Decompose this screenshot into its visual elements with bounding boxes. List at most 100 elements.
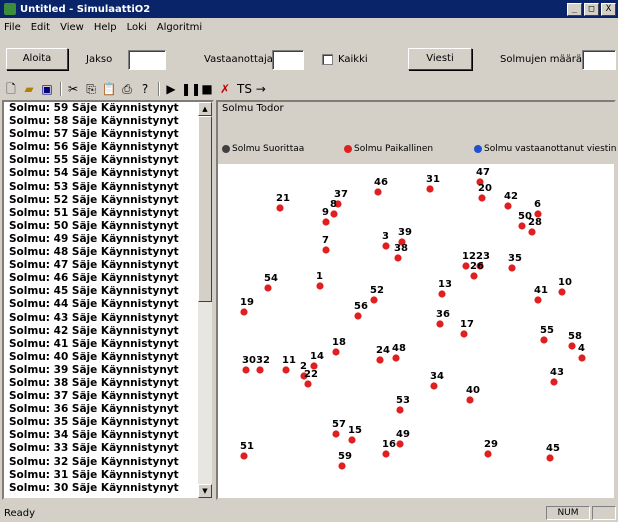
log-item[interactable]: Solmu: 35 Säje Käynnistynyt bbox=[4, 416, 200, 429]
node-dot[interactable] bbox=[374, 188, 382, 196]
node-dot[interactable] bbox=[348, 436, 356, 444]
scroll-up-icon[interactable]: ▲ bbox=[198, 102, 212, 116]
log-item[interactable]: Solmu: 39 Säje Käynnistynyt bbox=[4, 364, 200, 377]
node-dot[interactable] bbox=[332, 348, 340, 356]
node-dot[interactable] bbox=[240, 452, 248, 460]
log-item[interactable]: Solmu: 46 Säje Käynnistynyt bbox=[4, 272, 200, 285]
node-dot[interactable] bbox=[568, 342, 576, 350]
node-dot[interactable] bbox=[242, 366, 250, 374]
node-dot[interactable] bbox=[466, 396, 474, 404]
node-dot[interactable] bbox=[240, 308, 248, 316]
pause-icon[interactable]: ❚❚ bbox=[181, 81, 201, 97]
log-item[interactable]: Solmu: 31 Säje Käynnistynyt bbox=[4, 469, 200, 482]
node-dot[interactable] bbox=[558, 288, 566, 296]
paste-icon[interactable]: 📋 bbox=[101, 81, 117, 97]
node-dot[interactable] bbox=[550, 378, 558, 386]
node-dot[interactable] bbox=[436, 320, 444, 328]
node-dot[interactable] bbox=[534, 296, 542, 304]
node-dot[interactable] bbox=[578, 354, 586, 362]
log-item[interactable]: Solmu: 36 Säje Käynnistynyt bbox=[4, 403, 200, 416]
node-dot[interactable] bbox=[310, 362, 318, 370]
simulation-canvas[interactable]: 47 46 31 20 42 6 21 37 8 9 50 28 39 3 38 7 12 23 26 35 10 54 1… bbox=[218, 164, 614, 498]
log-item[interactable]: Solmu: 48 Säje Käynnistynyt bbox=[4, 246, 200, 259]
log-item[interactable]: Solmu: 32 Säje Käynnistynyt bbox=[4, 456, 200, 469]
log-item[interactable]: Solmu: 49 Säje Käynnistynyt bbox=[4, 233, 200, 246]
menu-file[interactable]: File bbox=[4, 22, 21, 33]
node-dot[interactable] bbox=[276, 204, 284, 212]
log-item[interactable]: Solmu: 54 Säje Käynnistynyt bbox=[4, 167, 200, 180]
log-item[interactable]: Solmu: 55 Säje Käynnistynyt bbox=[4, 154, 200, 167]
node-dot[interactable] bbox=[478, 194, 486, 202]
log-item[interactable]: Solmu: 45 Säje Käynnistynyt bbox=[4, 285, 200, 298]
log-item[interactable]: Solmu: 56 Säje Käynnistynyt bbox=[4, 141, 200, 154]
node-dot[interactable] bbox=[462, 262, 470, 270]
node-dot[interactable] bbox=[264, 284, 272, 292]
node-dot[interactable] bbox=[508, 264, 516, 272]
node-dot[interactable] bbox=[316, 282, 324, 290]
node-dot[interactable] bbox=[338, 462, 346, 470]
menu-algoritmi[interactable]: Algoritmi bbox=[157, 22, 202, 33]
node-dot[interactable] bbox=[394, 254, 402, 262]
node-dot[interactable] bbox=[332, 430, 340, 438]
log-item[interactable]: Solmu: 47 Säje Käynnistynyt bbox=[4, 259, 200, 272]
node-dot[interactable] bbox=[370, 296, 378, 304]
node-dot[interactable] bbox=[330, 210, 338, 218]
help-icon[interactable]: ? bbox=[137, 81, 153, 97]
node-dot[interactable] bbox=[484, 450, 492, 458]
node-dot[interactable] bbox=[256, 366, 264, 374]
node-dot[interactable] bbox=[540, 336, 548, 344]
maximize-button[interactable]: □ bbox=[584, 2, 599, 16]
log-item[interactable]: Solmu: 44 Säje Käynnistynyt bbox=[4, 298, 200, 311]
save-icon[interactable]: ▣ bbox=[39, 81, 55, 97]
log-item[interactable]: Solmu: 42 Säje Käynnistynyt bbox=[4, 325, 200, 338]
log-item[interactable]: Solmu: 53 Säje Käynnistynyt bbox=[4, 181, 200, 194]
copy-icon[interactable]: ⎘ bbox=[83, 81, 99, 97]
node-dot[interactable] bbox=[546, 454, 554, 462]
node-dot[interactable] bbox=[426, 185, 434, 193]
log-item[interactable]: Solmu: 51 Säje Käynnistynyt bbox=[4, 207, 200, 220]
log-item[interactable]: Solmu: 59 Säje Käynnistynyt bbox=[4, 102, 200, 115]
print-icon[interactable]: ⎙ bbox=[119, 81, 135, 97]
viesti-button[interactable]: Viesti bbox=[408, 48, 472, 70]
node-dot[interactable] bbox=[304, 380, 312, 388]
node-dot[interactable] bbox=[518, 222, 526, 230]
log-item[interactable]: Solmu: 30 Säje Käynnistynyt bbox=[4, 482, 200, 495]
reset-icon[interactable]: ✗ bbox=[217, 81, 233, 97]
node-dot[interactable] bbox=[392, 354, 400, 362]
minimize-button[interactable]: _ bbox=[567, 2, 582, 16]
log-item[interactable]: Solmu: 41 Säje Käynnistynyt bbox=[4, 338, 200, 351]
vastaanottaja-input[interactable] bbox=[272, 50, 304, 70]
log-scrollbar[interactable]: ▲ ▼ bbox=[198, 102, 212, 498]
log-item[interactable]: Solmu: 34 Säje Käynnistynyt bbox=[4, 429, 200, 442]
start-button[interactable]: Aloita bbox=[6, 48, 68, 70]
node-dot[interactable] bbox=[430, 382, 438, 390]
node-dot[interactable] bbox=[322, 246, 330, 254]
log-item[interactable]: Solmu: 33 Säje Käynnistynyt bbox=[4, 442, 200, 455]
log-item[interactable]: Solmu: 43 Säje Käynnistynyt bbox=[4, 312, 200, 325]
solmujen-maara-input[interactable] bbox=[582, 50, 616, 70]
open-folder-icon[interactable]: ▰ bbox=[21, 81, 37, 97]
menu-loki[interactable]: Loki bbox=[127, 22, 147, 33]
log-item[interactable]: Solmu: 40 Säje Käynnistynyt bbox=[4, 351, 200, 364]
scroll-thumb[interactable] bbox=[198, 116, 212, 302]
node-dot[interactable] bbox=[470, 272, 478, 280]
close-button[interactable]: X bbox=[601, 2, 616, 16]
menu-edit[interactable]: Edit bbox=[31, 22, 50, 33]
stop-icon[interactable]: ■ bbox=[199, 81, 215, 97]
log-item[interactable]: Solmu: 38 Säje Käynnistynyt bbox=[4, 377, 200, 390]
log-item[interactable]: Solmu: 52 Säje Käynnistynyt bbox=[4, 194, 200, 207]
node-dot[interactable] bbox=[396, 440, 404, 448]
jakso-input[interactable] bbox=[128, 50, 166, 70]
log-item[interactable]: Solmu: 37 Säje Käynnistynyt bbox=[4, 390, 200, 403]
node-dot[interactable] bbox=[528, 228, 536, 236]
node-dot[interactable] bbox=[354, 312, 362, 320]
log-panel[interactable]: Solmu: 59 Säje Käynnistynyt Solmu: 58 Säj… bbox=[2, 100, 214, 500]
log-item[interactable]: Solmu: 58 Säje Käynnistynyt bbox=[4, 115, 200, 128]
node-dot[interactable] bbox=[438, 290, 446, 298]
cut-icon[interactable]: ✂ bbox=[65, 81, 81, 97]
node-dot[interactable] bbox=[376, 356, 384, 364]
scroll-down-icon[interactable]: ▼ bbox=[198, 484, 212, 498]
log-item[interactable]: Solmu: 57 Säje Käynnistynyt bbox=[4, 128, 200, 141]
menu-help[interactable]: Help bbox=[94, 22, 117, 33]
play-icon[interactable]: ▶ bbox=[163, 81, 179, 97]
